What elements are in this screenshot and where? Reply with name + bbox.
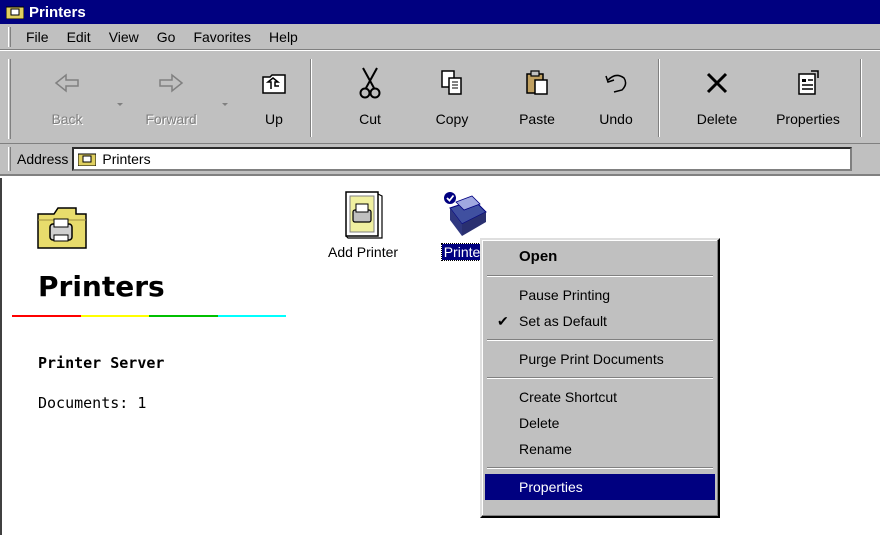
copy-button[interactable]: Copy xyxy=(430,57,474,141)
window-title: Printers xyxy=(29,3,86,21)
printers-folder-large-icon xyxy=(37,207,87,249)
menu-edit[interactable]: Edit xyxy=(58,29,100,45)
underline-green xyxy=(149,315,218,317)
underline-cyan xyxy=(217,315,286,317)
menu-delete[interactable]: Delete xyxy=(485,410,715,436)
page-title: Printers xyxy=(38,270,165,303)
up-folder-icon xyxy=(262,74,286,94)
title-underline xyxy=(12,315,286,317)
back-arrow-icon xyxy=(54,73,79,93)
context-menu: Open Pause Printing ✔ Set as Default Purg… xyxy=(480,238,720,518)
menu-open-label: Open xyxy=(519,248,558,265)
undo-button[interactable]: Undo xyxy=(594,57,638,141)
toolbar-separator xyxy=(860,59,862,137)
menu-delete-label: Delete xyxy=(519,415,560,431)
menu-bar: File Edit View Go Favorites Help xyxy=(0,24,880,50)
menu-help[interactable]: Help xyxy=(260,29,307,45)
paste-button[interactable]: Paste xyxy=(512,57,562,141)
properties-button[interactable]: Properties xyxy=(768,57,848,141)
properties-icon xyxy=(798,70,819,95)
title-bar: Printers xyxy=(0,0,880,24)
delete-x-icon xyxy=(706,72,728,94)
printers-folder-icon xyxy=(78,153,97,166)
menu-pause-printing[interactable]: Pause Printing xyxy=(485,282,715,308)
menu-go[interactable]: Go xyxy=(148,29,185,45)
printer-icon xyxy=(444,192,487,236)
addressbar-grip[interactable] xyxy=(8,147,11,171)
menu-view[interactable]: View xyxy=(100,29,148,45)
cut-button[interactable]: Cut xyxy=(350,57,390,141)
menu-set-default-label: Set as Default xyxy=(519,313,607,329)
printer-label: Printe xyxy=(440,243,484,261)
paste-icon xyxy=(526,70,548,95)
printer-server-label: Printer Server xyxy=(38,354,165,372)
cut-label: Cut xyxy=(359,111,381,127)
undo-label: Undo xyxy=(599,111,633,127)
toolbar-grip[interactable] xyxy=(8,59,11,139)
menu-separator xyxy=(487,467,713,469)
back-button[interactable]: Back xyxy=(42,57,92,141)
menu-file[interactable]: File xyxy=(17,29,58,45)
address-input[interactable]: Printers xyxy=(72,147,853,171)
toolbar-separator xyxy=(658,59,660,137)
address-label: Address xyxy=(17,151,69,167)
add-printer-icon xyxy=(345,191,383,239)
underline-red xyxy=(12,315,81,317)
add-printer-item[interactable]: Add Printer xyxy=(326,190,400,260)
back-dropdown-icon[interactable] xyxy=(117,103,123,106)
forward-dropdown-icon[interactable] xyxy=(222,103,228,106)
menu-separator xyxy=(487,377,713,379)
menu-shortcut-label: Create Shortcut xyxy=(519,389,618,405)
up-label: Up xyxy=(265,111,283,127)
check-icon: ✔ xyxy=(497,313,509,329)
menubar-grip[interactable] xyxy=(8,26,11,47)
menu-open[interactable]: Open xyxy=(485,244,715,270)
scissors-icon xyxy=(359,67,381,99)
add-printer-label: Add Printer xyxy=(328,244,399,260)
properties-label: Properties xyxy=(776,111,840,127)
address-bar: Address Printers xyxy=(0,144,880,176)
forward-label: Forward xyxy=(145,111,197,127)
menu-purge-documents[interactable]: Purge Print Documents xyxy=(485,346,715,372)
menu-separator xyxy=(487,275,713,277)
printers-folder-icon xyxy=(6,6,24,19)
copy-label: Copy xyxy=(435,111,469,127)
menu-pause-label: Pause Printing xyxy=(519,287,611,303)
address-value: Printers xyxy=(102,151,151,167)
menu-rename[interactable]: Rename xyxy=(485,436,715,462)
up-button[interactable]: Up xyxy=(254,57,294,141)
menu-rename-label: Rename xyxy=(519,441,572,457)
copy-icon xyxy=(441,70,462,95)
menu-create-shortcut[interactable]: Create Shortcut xyxy=(485,384,715,410)
toolbar: Back Forward Up Cut Copy Paste Undo Dele… xyxy=(0,50,880,144)
menu-separator xyxy=(487,339,713,341)
documents-count: Documents: 1 xyxy=(38,394,147,412)
forward-button[interactable]: Forward xyxy=(138,57,204,141)
back-label: Back xyxy=(51,111,83,127)
menu-purge-label: Purge Print Documents xyxy=(519,351,664,367)
paste-label: Paste xyxy=(519,111,555,127)
folder-view[interactable]: Printers Printer Server Documents: 1 Add… xyxy=(0,178,880,535)
menu-set-default[interactable]: ✔ Set as Default xyxy=(485,308,715,334)
menu-properties[interactable]: Properties xyxy=(485,474,715,500)
forward-arrow-icon xyxy=(159,73,184,93)
menu-favorites[interactable]: Favorites xyxy=(184,29,260,45)
menu-properties-label: Properties xyxy=(519,479,583,495)
delete-label: Delete xyxy=(696,111,738,127)
underline-yellow xyxy=(80,315,149,317)
delete-button[interactable]: Delete xyxy=(692,57,742,141)
undo-icon xyxy=(605,74,627,93)
toolbar-separator xyxy=(310,59,312,137)
